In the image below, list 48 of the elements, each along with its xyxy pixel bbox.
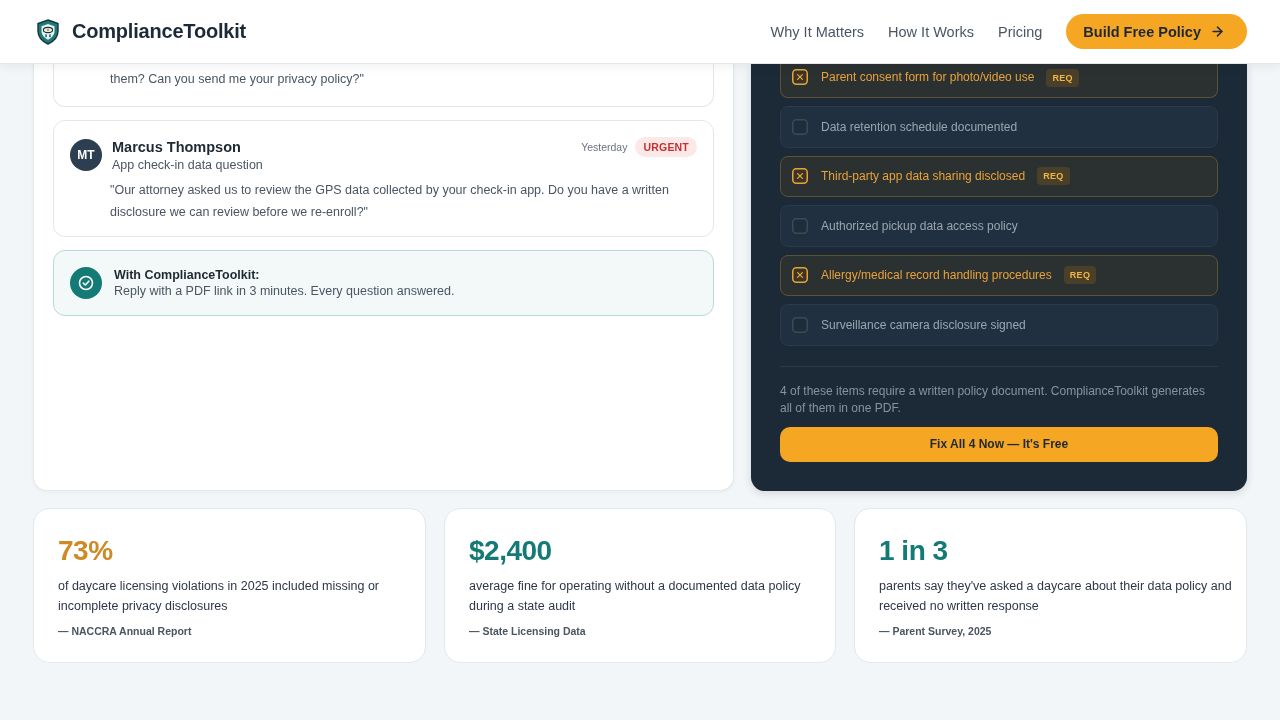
stat-value: $2,400 bbox=[469, 533, 553, 568]
nav-link[interactable]: Pricing bbox=[998, 23, 1043, 40]
message-quote: them? Can you send me your privacy policy?" bbox=[110, 71, 365, 88]
checklist-item[interactable]: Surveillance camera disclosure signed bbox=[780, 304, 1218, 346]
message-time: Yesterday bbox=[581, 141, 628, 153]
checkbox[interactable] bbox=[792, 118, 808, 135]
checklist-note: 4 of these items require a written policy document. ComplianceToolkit generates all of them in one PDF. bbox=[780, 382, 1206, 417]
stat-description: average fine for operating without a documented data policy during a state audit bbox=[469, 577, 802, 615]
required-badge: REQ bbox=[1037, 167, 1070, 186]
stat-description: parents say they've asked a daycare about their data policy and received no written response bbox=[879, 577, 1233, 615]
item-label: Allergy/medical record handling procedures bbox=[821, 267, 1052, 284]
stat-description: of daycare licensing violations in 2025 included missing or incomplete privacy disclosures bbox=[58, 577, 380, 615]
checkbox[interactable] bbox=[792, 217, 808, 234]
item-label: Data retention schedule documented bbox=[821, 118, 1018, 135]
callout-text: Reply with a PDF link in 3 minutes. Every question answered. bbox=[114, 283, 455, 299]
message-subject: App check-in data question bbox=[112, 157, 263, 173]
checkbox[interactable] bbox=[792, 316, 808, 333]
item-label: Authorized pickup data access policy bbox=[821, 217, 1018, 234]
required-badge: REQ bbox=[1046, 69, 1079, 87]
checklist-item[interactable]: Third-party app data sharing disclosed REQ bbox=[780, 155, 1218, 197]
nav-link[interactable]: How It Works bbox=[888, 23, 974, 40]
checklist-item[interactable]: Allergy/medical record handling procedures REQ bbox=[780, 254, 1218, 296]
callout-title: With ComplianceToolkit: bbox=[114, 267, 261, 283]
nav-link[interactable]: Why It Matters bbox=[770, 23, 865, 40]
checkbox[interactable] bbox=[792, 168, 808, 185]
checkbox[interactable] bbox=[792, 69, 808, 85]
item-label: Parent consent form for photo/video use bbox=[821, 69, 1035, 85]
stat-value: 1 in 3 bbox=[879, 533, 949, 568]
stat-source: — State Licensing Data bbox=[469, 623, 587, 638]
urgent-badge: URGENT bbox=[635, 137, 697, 157]
checklist-item[interactable]: Authorized pickup data access policy bbox=[780, 205, 1218, 247]
avatar-initials: MT bbox=[70, 139, 102, 171]
item-label: Surveillance camera disclosure signed bbox=[821, 316, 1026, 333]
check-circle-icon bbox=[70, 267, 102, 299]
fix-all-button[interactable]: Fix All 4 Now — It's Free bbox=[780, 426, 1218, 462]
item-label: Third-party app data sharing disclosed bbox=[821, 168, 1026, 185]
brand-name[interactable]: ComplianceToolkit bbox=[72, 20, 247, 43]
sender-name: Marcus Thompson bbox=[112, 138, 242, 157]
stat-source: — Parent Survey, 2025 bbox=[879, 623, 993, 638]
required-badge: REQ bbox=[1063, 266, 1097, 285]
checklist-item[interactable]: Data retention schedule documented bbox=[780, 106, 1218, 148]
shield-logo-icon bbox=[37, 18, 59, 45]
message-quote: "Our attorney asked us to review the GPS data collected by your check-in app. Do you have a written disclosure we can review before we re-enroll?" bbox=[110, 182, 670, 221]
checklist-item[interactable]: Parent consent form for photo/video use REQ bbox=[780, 64, 1218, 98]
stat-source: — NACCRA Annual Report bbox=[58, 623, 193, 638]
checkbox[interactable] bbox=[792, 267, 808, 284]
stat-value: 73% bbox=[58, 533, 114, 568]
build-policy-button[interactable]: Build Free Policy bbox=[1066, 14, 1247, 49]
